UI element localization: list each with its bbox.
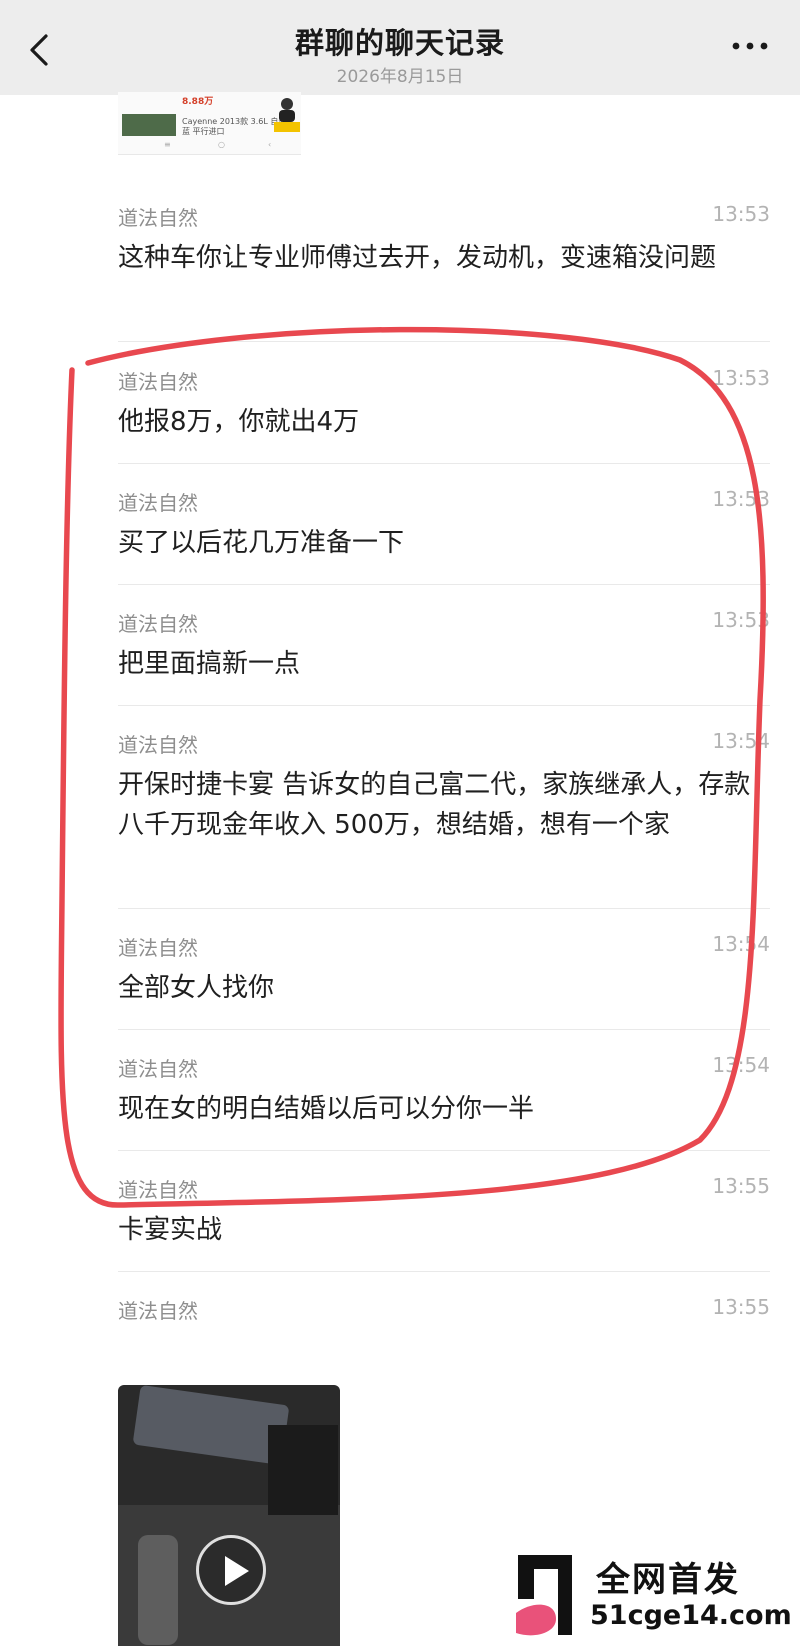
chat-message: 道法自然 13:54 现在女的明白结婚以后可以分你一半 xyxy=(118,1053,770,1151)
message-time: 13:54 xyxy=(712,932,770,956)
message-divider xyxy=(118,705,770,706)
site-logo-icon xyxy=(516,1555,572,1636)
mini-nav-bar: ≡ ○ ‹ xyxy=(158,140,278,150)
message-time: 13:53 xyxy=(712,366,770,390)
message-sender: 道法自然 xyxy=(118,491,198,515)
message-sender: 道法自然 xyxy=(118,733,198,757)
chat-message: 道法自然 13:53 把里面搞新一点 xyxy=(118,608,770,706)
message-divider xyxy=(118,584,770,585)
message-text: 卡宴实战 xyxy=(118,1215,223,1245)
message-text: 买了以后花几万准备一下 xyxy=(118,528,405,558)
video-dark-panel xyxy=(268,1425,338,1515)
seller-avatar-icon xyxy=(279,98,295,122)
shared-car-listing-card[interactable]: 8.88万 Cayenne 2013款 3.6L 自动 蓝 平行进口 ≡ ○ ‹ xyxy=(118,92,301,155)
seller-badge xyxy=(274,122,300,132)
listing-price: 8.88万 xyxy=(182,97,214,107)
message-sender: 道法自然 xyxy=(118,612,198,636)
message-divider xyxy=(118,1271,770,1272)
message-text: 现在女的明白结婚以后可以分你一半 xyxy=(118,1094,535,1124)
message-sender: 道法自然 xyxy=(118,1057,198,1081)
message-divider xyxy=(118,1150,770,1151)
video-gear-lever xyxy=(138,1535,178,1645)
message-text: 全部女人找你 xyxy=(118,973,275,1003)
message-sender: 道法自然 xyxy=(118,206,198,230)
chat-message: 道法自然 13:53 这种车你让专业师傅过去开，发动机，变速箱没问题 xyxy=(118,202,770,342)
message-time: 13:55 xyxy=(712,1295,770,1319)
message-divider xyxy=(118,341,770,342)
message-time: 13:55 xyxy=(712,1174,770,1198)
message-text: 开保时捷卡宴 告诉女的自己富二代，家族继承人，存款八千万现金年收入 500万，想… xyxy=(118,770,751,840)
chat-message: 道法自然 13:53 买了以后花几万准备一下 xyxy=(118,487,770,585)
listing-subtitle: 蓝 平行进口 xyxy=(182,127,225,136)
message-text: 他报8万，你就出4万 xyxy=(118,407,360,437)
message-divider xyxy=(118,908,770,909)
message-time: 13:53 xyxy=(712,608,770,632)
chat-message: 道法自然 13:55 卡宴实战 xyxy=(118,1174,770,1272)
watermark-headline: 全网首发 xyxy=(596,1560,740,1600)
message-sender: 道法自然 xyxy=(118,1178,198,1202)
back-small-icon: ‹ xyxy=(268,140,272,149)
menu-icon: ≡ xyxy=(164,140,171,149)
chat-message: 道法自然 13:53 他报8万，你就出4万 xyxy=(118,366,770,464)
home-circle-icon: ○ xyxy=(218,140,225,149)
message-time: 13:54 xyxy=(712,729,770,753)
listing-thumbnail xyxy=(122,114,176,136)
play-icon xyxy=(225,1556,249,1586)
video-dashboard-panel xyxy=(132,1385,290,1466)
message-sender: 道法自然 xyxy=(118,1299,198,1323)
chat-message: 道法自然 13:54 全部女人找你 xyxy=(118,932,770,1030)
message-sender: 道法自然 xyxy=(118,936,198,960)
message-text: 这种车你让专业师傅过去开，发动机，变速箱没问题 xyxy=(118,243,717,273)
page-title: 群聊的聊天记录 xyxy=(294,26,505,60)
chat-message-video: 道法自然 13:55 xyxy=(118,1295,770,1335)
page-date: 2026年8月15日 xyxy=(336,67,464,87)
chat-message: 道法自然 13:54 开保时捷卡宴 告诉女的自己富二代，家族继承人，存款八千万现… xyxy=(118,729,770,909)
message-divider xyxy=(118,1029,770,1030)
more-dots-icon[interactable] xyxy=(730,38,770,54)
message-time: 13:53 xyxy=(712,202,770,226)
message-time: 13:54 xyxy=(712,1053,770,1077)
message-time: 13:53 xyxy=(712,487,770,511)
video-thumbnail[interactable] xyxy=(118,1385,340,1646)
play-button[interactable] xyxy=(196,1535,266,1605)
watermark-url: 51cge14.com xyxy=(590,1600,792,1631)
message-divider xyxy=(118,463,770,464)
message-text: 把里面搞新一点 xyxy=(118,649,301,679)
chat-header: 群聊的聊天记录 2026年8月15日 xyxy=(0,0,800,95)
message-sender: 道法自然 xyxy=(118,370,198,394)
